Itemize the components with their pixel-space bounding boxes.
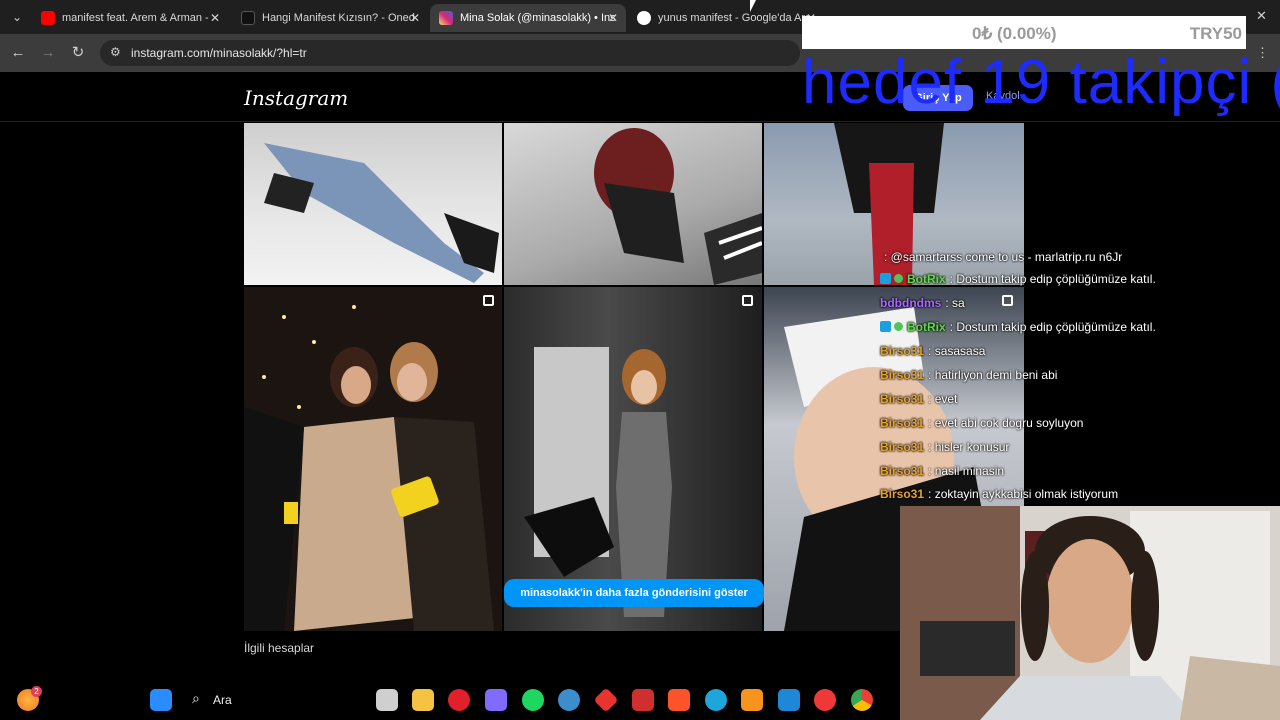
post-image (594, 128, 762, 285)
chat-user: BotRix (907, 272, 946, 286)
google-icon (637, 11, 651, 25)
chat-message: BotRix: Dostum takip edip çöplüğümüze ka… (880, 316, 1156, 338)
close-icon[interactable]: ✕ (608, 4, 618, 32)
post-thumbnail[interactable] (244, 287, 502, 631)
opera-icon[interactable] (448, 689, 470, 711)
follower-goal-text: hedef 19 takipçi ( (802, 48, 1280, 117)
chat-text: : hisler konusur (928, 440, 1010, 454)
multi-post-icon (742, 295, 753, 306)
webcam-image (900, 506, 1280, 720)
bot-badge-icon (880, 321, 891, 332)
app-orange-icon[interactable] (741, 689, 763, 711)
copilot-icon[interactable] (485, 689, 507, 711)
rockstar-icon[interactable] (632, 689, 654, 711)
mouse-cursor-icon (750, 0, 756, 12)
close-icon[interactable]: ✕ (210, 4, 220, 32)
post-thumbnail[interactable] (504, 123, 762, 285)
chat-message: Birso31: evet abi cok dogru soyluyon (880, 412, 1083, 434)
vscode-icon[interactable] (778, 689, 800, 711)
screen: ⌄ manifest feat. Arem & Arman - ✕ Hangi … (0, 0, 1280, 720)
chat-user: Birso31 (880, 487, 925, 501)
tab-search-icon[interactable]: ⌄ (8, 8, 26, 26)
chat-message: bdbdndms: sa (880, 292, 965, 314)
chat-message: Birso31: evet (880, 388, 957, 410)
donation-goal-widget: 0₺ (0.00%) TRY50 (802, 16, 1246, 49)
tab-title: yunus manifest - Google'da Ara (658, 12, 812, 24)
youtube-icon (41, 11, 55, 25)
notification-badge: 2 (31, 686, 42, 697)
address-bar[interactable]: ⚙ instagram.com/minasolakk/?hl=tr (100, 40, 800, 66)
file-explorer-icon[interactable] (412, 689, 434, 711)
chat-text: : zoktayin aykkabisi olmak istiyorum (928, 487, 1119, 501)
verified-dot-icon (894, 322, 903, 331)
tab-google[interactable]: yunus manifest - Google'da Ara ✕ (628, 4, 824, 32)
chat-message: Birso31: hatirliyon demi beni abi (880, 364, 1057, 386)
tab-title: Mina Solak (@minasolakk) • Ins (460, 12, 616, 24)
post-image (264, 143, 499, 283)
windows-start-icon[interactable] (150, 689, 172, 711)
related-accounts-heading: İlgili hesaplar (244, 641, 315, 655)
app-red-icon[interactable] (593, 687, 619, 713)
reload-icon[interactable]: ↻ (69, 44, 87, 62)
close-icon[interactable]: ✕ (410, 4, 420, 32)
chat-user: BotRix (907, 320, 946, 334)
chat-message: : @samartarss come to us - marlatrip.ru … (880, 246, 1122, 268)
verified-dot-icon (894, 274, 903, 283)
spotify-icon[interactable] (522, 689, 544, 711)
chat-user: Birso31 (880, 344, 925, 358)
chat-message: Birso31: hisler konusur (880, 436, 1009, 458)
instagram-icon (439, 11, 453, 25)
chat-message: Birso31: zoktayin aykkabisi olmak istiyo… (880, 483, 1118, 505)
chat-text: : evet abi cok dogru soyluyon (928, 416, 1084, 430)
chat-text: : @samartarss come to us - marlatrip.ru … (884, 250, 1123, 264)
chat-user: Birso31 (880, 464, 925, 478)
search-label: Ara (213, 693, 232, 707)
tab-title: Hangi Manifest Kızısın? - Oned (262, 12, 415, 24)
chat-text: : sasasasa (928, 344, 986, 358)
tab-instagram[interactable]: Mina Solak (@minasolakk) • Ins ✕ (430, 4, 626, 32)
steam-icon[interactable] (558, 689, 580, 711)
chat-user: Birso31 (880, 416, 925, 430)
vivaldi-icon[interactable] (814, 689, 836, 711)
url-text[interactable]: instagram.com/minasolakk/?hl=tr (131, 46, 307, 60)
tab-onedio[interactable]: Hangi Manifest Kızısın? - Oned ✕ (232, 4, 428, 32)
chat-user: Birso31 (880, 392, 925, 406)
multi-post-icon (483, 295, 494, 306)
brave-icon[interactable] (668, 689, 690, 711)
donation-amount: 0₺ (0.00%) (972, 24, 1057, 43)
window-close-icon[interactable]: ✕ (1256, 8, 1267, 24)
chat-message: Birso31: nasil minasin (880, 460, 1004, 482)
streamer-webcam (900, 506, 1280, 720)
chat-message: BotRix: Dostum takip edip çöplüğümüze ka… (880, 268, 1156, 290)
chat-text: : Dostum takip edip çöplüğümüze katıl. (949, 272, 1156, 286)
chat-message: Birso31: sasasasa (880, 340, 985, 362)
chat-text: : hatirliyon demi beni abi (928, 368, 1058, 382)
tab-youtube[interactable]: manifest feat. Arem & Arman - ✕ (32, 4, 228, 32)
stream-chat: : @samartarss come to us - marlatrip.ru … (876, 246, 1280, 506)
onedio-icon (241, 11, 255, 25)
task-view-icon[interactable] (376, 689, 398, 711)
donation-code: TRY50 (1189, 24, 1242, 43)
search-icon: ⌕ (192, 690, 200, 706)
taskbar-search[interactable]: ⌕ Ara (186, 686, 316, 714)
chat-text: : evet (928, 392, 958, 406)
chat-text: : sa (945, 296, 965, 310)
post-thumbnail[interactable] (244, 123, 502, 285)
post-image (244, 305, 494, 631)
chat-user: Birso31 (880, 440, 925, 454)
edge-icon[interactable] (705, 689, 727, 711)
show-more-posts-button[interactable]: minasolakk'in daha fazla gönderisini gös… (504, 579, 764, 607)
chat-text: : Dostum takip edip çöplüğümüze katıl. (949, 320, 1156, 334)
chrome-icon[interactable] (851, 689, 873, 711)
chat-text: : nasil minasin (928, 464, 1005, 478)
instagram-logo[interactable]: Instagram (244, 86, 348, 110)
tab-title: manifest feat. Arem & Arman - (62, 12, 209, 24)
forward-arrow-icon[interactable]: → (39, 44, 57, 62)
back-arrow-icon[interactable]: ← (9, 44, 27, 62)
site-info-icon[interactable]: ⚙ (110, 45, 121, 59)
chat-user: bdbdndms (880, 296, 942, 310)
chat-user: Birso31 (880, 368, 925, 382)
bot-badge-icon (880, 273, 891, 284)
